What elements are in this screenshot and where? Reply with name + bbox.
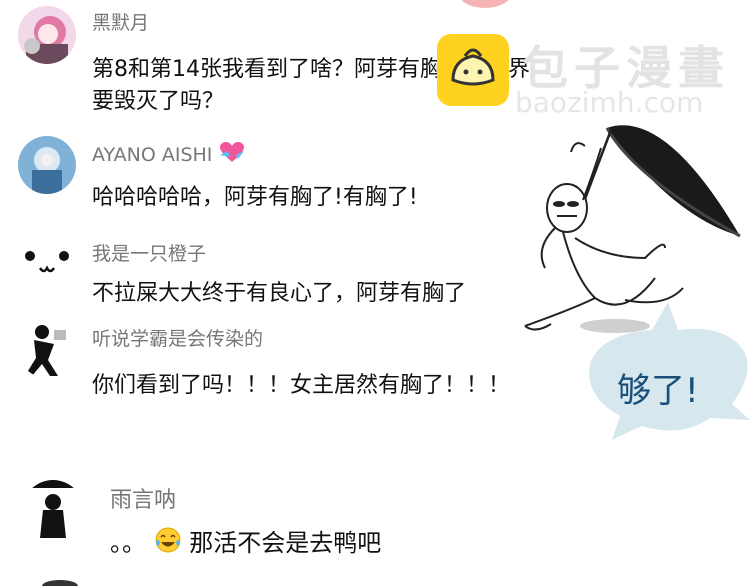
sticker-caption: 够了! xyxy=(617,371,699,411)
decorative-blob xyxy=(461,0,509,8)
comment-text-prefix: 。。 xyxy=(110,529,146,557)
comment-username[interactable]: 雨言呐 xyxy=(110,482,176,514)
avatar[interactable] xyxy=(18,136,76,194)
comment-text: 你们看到了吗！！！女主居然有胸了！！！ xyxy=(92,373,511,398)
comment-username[interactable]: 黑默月 xyxy=(92,8,149,35)
avatar[interactable] xyxy=(22,480,84,542)
comment-username[interactable]: 听说学霸是会传染的 xyxy=(92,324,263,351)
avatar[interactable] xyxy=(18,6,76,64)
comment-text: 。。 那活不会是去鸭吧 xyxy=(110,526,630,562)
avatar[interactable] xyxy=(18,234,76,292)
tears-of-joy-icon xyxy=(154,526,182,562)
comment-text-suffix: 那活不会是去鸭吧 xyxy=(189,529,382,557)
comment-username[interactable]: 我是一只橙子 xyxy=(92,239,206,266)
watermark-logo xyxy=(437,34,509,106)
heart-with-ribbon-icon xyxy=(218,141,246,170)
comment-username[interactable]: AYANO AISHI xyxy=(92,141,246,170)
avatar[interactable] xyxy=(18,320,76,378)
next-comment-avatar-partial xyxy=(42,580,78,586)
comment-username-text: AYANO AISHI xyxy=(92,144,213,166)
